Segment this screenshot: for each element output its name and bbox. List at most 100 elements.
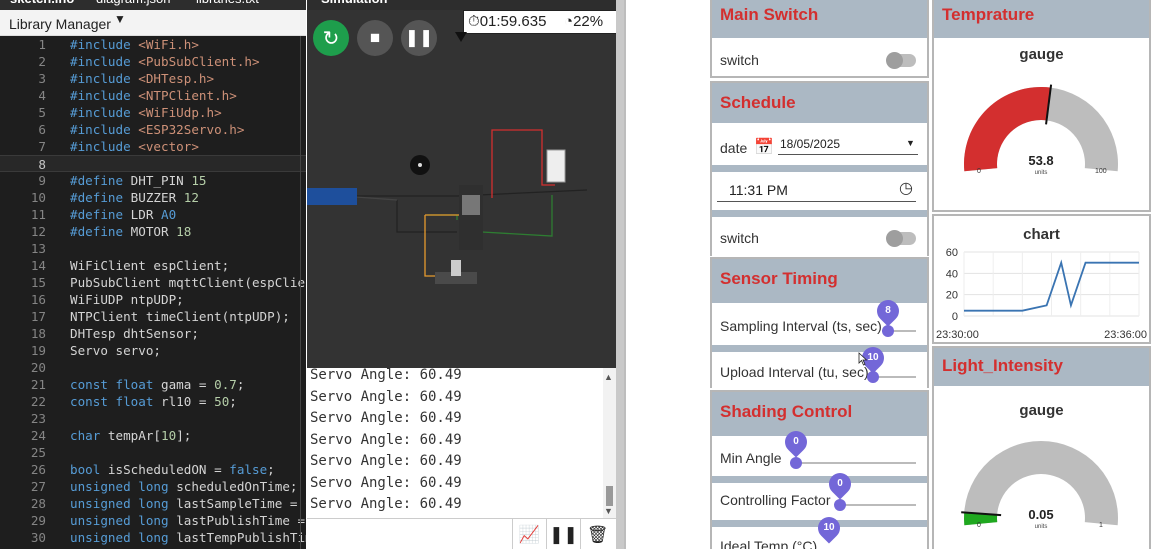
code-line[interactable]: 24 char tempAr[10];	[0, 427, 306, 444]
gauge-title: gauge	[1019, 46, 1064, 63]
code-area[interactable]: 1 #include <WiFi.h> 2 #include <PubSubClien…	[0, 36, 306, 549]
schedule-switch-toggle[interactable]	[886, 230, 916, 247]
chevron-down-icon[interactable]: ▼	[906, 138, 915, 148]
code-line[interactable]: 14 WiFiClient espClient;	[0, 257, 306, 274]
plotter-button[interactable]: 📈	[512, 519, 546, 549]
main-switch-toggle[interactable]	[886, 52, 916, 69]
slider-value-pin: 0	[824, 468, 856, 500]
code-line[interactable]: 6 #include <ESP32Servo.h>	[0, 121, 306, 138]
clock-icon[interactable]: ◷	[899, 178, 913, 198]
card-title: Sensor Timing	[712, 259, 927, 303]
library-manager-label[interactable]: Library Manager	[9, 16, 111, 32]
sampling-slider-row: Sampling Interval (ts, sec) 8	[712, 295, 927, 345]
code-line[interactable]: 28 unsigned long lastSampleTime = 0;	[0, 495, 306, 512]
time-value: 11:31 PM	[729, 182, 788, 198]
code-line[interactable]: 3 #include <DHTesp.h>	[0, 70, 306, 87]
scroll-thumb[interactable]	[606, 486, 613, 506]
line-number: 23	[30, 411, 46, 426]
code-line[interactable]: 8	[0, 155, 306, 172]
slider-track[interactable]	[796, 462, 916, 464]
code-line[interactable]: 20	[0, 359, 306, 376]
code-line[interactable]: 18 DHTesp dhtSensor;	[0, 325, 306, 342]
time-picker[interactable]: 11:31 PM ◷	[717, 174, 916, 202]
slider-value: 0	[793, 436, 799, 447]
code-line[interactable]: 29 unsigned long lastPublishTime = 0;	[0, 512, 306, 529]
light-intensity-card: Light_Intensity gauge 0.05 units 0 1	[932, 346, 1151, 549]
esp32-board	[459, 185, 483, 250]
code-text: const float rl10 = 50;	[70, 394, 237, 409]
serial-scrollbar[interactable]: ▲ ▼	[603, 368, 616, 518]
calendar-icon[interactable]: 📅	[754, 137, 774, 157]
switch-label: switch	[720, 52, 759, 68]
card-title: Main Switch	[712, 0, 927, 38]
code-line[interactable]: 11 #define LDR A0	[0, 206, 306, 223]
code-line[interactable]: 2 #include <PubSubClient.h>	[0, 53, 306, 70]
chart-card: chart 60 40 20 0 23:30:00 23:36:00	[932, 214, 1151, 344]
pane-divider[interactable]	[616, 0, 624, 549]
line-chart[interactable]: 60 40 20 0 23:30:00 23:36:00	[934, 246, 1149, 342]
serial-toolbar: 📈 ❚❚ 🗑	[307, 518, 616, 549]
code-line[interactable]: 10 #define BUZZER 12	[0, 189, 306, 206]
chevron-down-icon[interactable]: ▼	[114, 12, 126, 26]
code-text: WiFiUDP ntpUDP;	[70, 292, 184, 307]
serial-line: Servo Angle: 60.49	[310, 474, 462, 491]
code-line[interactable]: 1 #include <WiFi.h>	[0, 36, 306, 53]
slider-track[interactable]	[840, 504, 916, 506]
x-tick-label: 23:30:00	[936, 329, 979, 341]
code-line[interactable]: 30 unsigned long lastTempPublishTime	[0, 529, 306, 546]
code-line[interactable]: 16 WiFiUDP ntpUDP;	[0, 291, 306, 308]
scroll-down-icon[interactable]: ▼	[604, 506, 613, 516]
code-line[interactable]: 17 NTPClient timeClient(ntpUDP);	[0, 308, 306, 325]
line-number: 10	[30, 190, 46, 205]
code-line[interactable]: 9 #define DHT_PIN 15	[0, 172, 306, 189]
sampling-slider-thumb[interactable]	[882, 325, 894, 337]
gauge-max: 100	[1095, 168, 1107, 175]
code-line[interactable]: 5 #include <WiFiUdp.h>	[0, 104, 306, 121]
min-angle-slider-thumb[interactable]	[790, 457, 802, 469]
line-number: 12	[30, 224, 46, 239]
code-line[interactable]: 13	[0, 240, 306, 257]
code-line[interactable]: 15 PubSubClient mqttClient(espClient);	[0, 274, 306, 291]
circuit-diagram[interactable]	[307, 10, 616, 368]
simulation-canvas[interactable]: ↻ ■ ❚❚ ⏱01:59.635 ◔22%	[307, 10, 617, 368]
code-line[interactable]: 4 #include <NTPClient.h>	[0, 87, 306, 104]
line-number: 21	[30, 377, 46, 392]
code-line[interactable]: 12 #define MOTOR 18	[0, 223, 306, 240]
card-title: Shading Control	[712, 392, 927, 436]
factor-slider-thumb[interactable]	[834, 499, 846, 511]
line-number: 9	[38, 173, 46, 188]
date-picker[interactable]: 18/05/2025 ▼	[778, 135, 918, 155]
gauge-units: units	[1034, 170, 1048, 176]
line-number: 7	[38, 139, 46, 154]
code-line[interactable]: 19 Servo servo;	[0, 342, 306, 359]
serial-line: Servo Angle: 60.49	[310, 410, 462, 426]
tab-simulation[interactable]: Simulation	[321, 0, 387, 10]
serial-monitor[interactable]: Servo Angle: 60.49 Servo Angle: 60.49 Serv…	[307, 367, 616, 518]
code-line[interactable]: 23	[0, 410, 306, 427]
tab-libraries[interactable]: libraries.txt	[196, 0, 259, 10]
serial-pause-button[interactable]: ❚❚	[546, 519, 580, 549]
code-line[interactable]: 7 #include <vector>	[0, 138, 306, 155]
clear-button[interactable]: 🗑	[580, 519, 614, 549]
code-line[interactable]: 27 unsigned long scheduledOnTime;	[0, 478, 306, 495]
code-text: #include <vector>	[70, 139, 199, 154]
scroll-up-icon[interactable]: ▲	[604, 372, 613, 382]
code-line[interactable]: 25	[0, 444, 306, 461]
line-number: 5	[38, 105, 46, 120]
code-line[interactable]: 26 bool isScheduledON = false;	[0, 461, 306, 478]
code-text: #include <PubSubClient.h>	[70, 54, 260, 69]
serial-line: Servo Angle: 60.49	[310, 431, 462, 448]
code-line[interactable]: 21 const float gama = 0.7;	[0, 376, 306, 393]
code-line[interactable]: 22 const float rl10 = 50;	[0, 393, 306, 410]
slider-value: 0	[837, 478, 843, 489]
gauge-value: 53.8	[1028, 153, 1054, 168]
slider-value-pin: 10	[813, 512, 845, 544]
line-number: 22	[30, 394, 46, 409]
gauge-min: 0	[977, 522, 981, 529]
line-number: 24	[30, 428, 46, 443]
code-text: char tempAr[10];	[70, 428, 192, 443]
library-manager-bar[interactable]: Library Manager ▼	[0, 10, 306, 36]
code-text: #define MOTOR 18	[70, 224, 192, 239]
tab-diagram[interactable]: diagram.json	[96, 0, 170, 10]
tab-sketch[interactable]: sketch.ino	[10, 0, 74, 10]
